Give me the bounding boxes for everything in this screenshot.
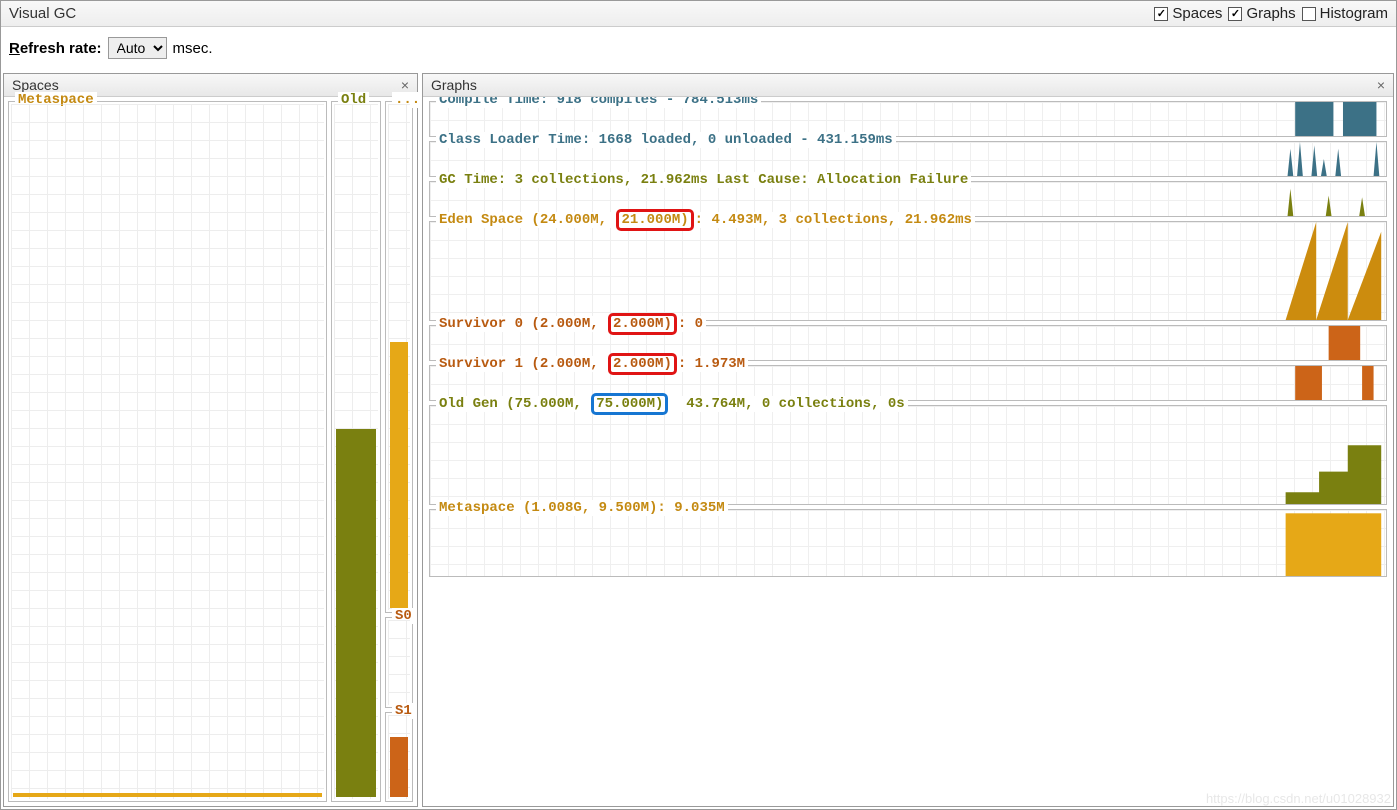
eden-column: ... S0 S1	[385, 101, 413, 802]
content-row: Spaces × Metaspace Old ...	[1, 73, 1396, 809]
graph-title: Metaspace (1.008G, 9.500M): 9.035M	[436, 500, 728, 516]
s1-gauge: S1	[385, 712, 413, 802]
graph-title: Survivor 1 (2.000M, 2.000M): 1.973M	[436, 356, 748, 372]
refresh-row: Refresh rate: Auto msec.	[1, 27, 1396, 73]
spaces-panel: Spaces × Metaspace Old ...	[3, 73, 418, 807]
spaces-checkbox[interactable]: Spaces	[1154, 5, 1222, 22]
graph-title: Class Loader Time: 1668 loaded, 0 unload…	[436, 132, 896, 148]
graph-title: Compile Time: 918 compiles - 784.513ms	[436, 97, 761, 108]
graph-metaspace: Metaspace (1.008G, 9.500M): 9.035M	[429, 509, 1387, 577]
graphs-panel-header: Graphs ×	[423, 74, 1393, 97]
visual-gc-window: Visual GC Spaces Graphs Histogram Refres…	[0, 0, 1397, 810]
graph-eden: Eden Space (24.000M, 21.000M): 4.493M, 3…	[429, 221, 1387, 321]
close-icon[interactable]: ×	[1377, 77, 1385, 93]
graphs-checkbox[interactable]: Graphs	[1228, 5, 1295, 22]
window-title: Visual GC	[9, 5, 1148, 22]
graph-title: Eden Space (24.000M, 21.000M): 4.493M, 3…	[436, 212, 975, 228]
watermark: https://blog.csdn.net/u01028932	[1206, 791, 1391, 806]
refresh-label: Refresh rate:	[9, 40, 102, 57]
s0-gauge: S0	[385, 617, 413, 707]
metaspace-gauge: Metaspace	[8, 101, 327, 802]
spaces-body: Metaspace Old ... S0	[4, 97, 417, 806]
close-icon[interactable]: ×	[401, 77, 409, 93]
old-gauge: Old	[331, 101, 381, 802]
titlebar: Visual GC Spaces Graphs Histogram	[1, 1, 1396, 27]
graphs-panel: Graphs × Compile Time: 918 compiles - 78…	[422, 73, 1394, 807]
graph-title: GC Time: 3 collections, 21.962ms Last Ca…	[436, 172, 971, 188]
graphs-body: Compile Time: 918 compiles - 784.513ms Cl…	[423, 97, 1393, 806]
graph-title: Old Gen (75.000M, 75.000M) 43.764M, 0 co…	[436, 396, 908, 412]
graph-old: Old Gen (75.000M, 75.000M) 43.764M, 0 co…	[429, 405, 1387, 505]
graph-title: Survivor 0 (2.000M, 2.000M): 0	[436, 316, 706, 332]
eden-gauge: ...	[385, 101, 413, 613]
refresh-unit: msec.	[173, 40, 213, 57]
refresh-rate-select[interactable]: Auto	[108, 37, 167, 59]
histogram-checkbox[interactable]: Histogram	[1302, 5, 1388, 22]
